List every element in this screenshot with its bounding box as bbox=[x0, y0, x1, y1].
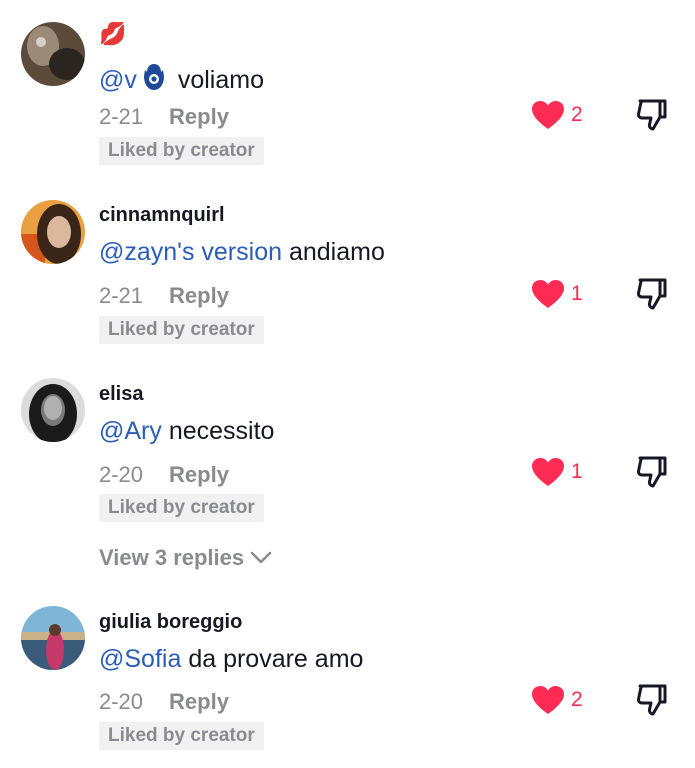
liked-by-creator-badge: Liked by creator bbox=[99, 722, 264, 750]
comment-text: @Ary necessito bbox=[99, 417, 274, 446]
comment-username[interactable]: giulia boreggio bbox=[99, 611, 242, 634]
reply-button[interactable]: Reply bbox=[169, 104, 229, 129]
thumbs-down-icon bbox=[636, 278, 667, 310]
avatar[interactable] bbox=[21, 378, 85, 442]
heart-icon bbox=[532, 280, 564, 308]
dislike-button[interactable] bbox=[636, 98, 668, 137]
avatar[interactable] bbox=[21, 606, 85, 670]
like-button[interactable]: 1 bbox=[531, 279, 583, 309]
comment-date: 2-20 bbox=[99, 689, 144, 714]
reply-button[interactable]: Reply bbox=[169, 462, 229, 487]
liked-by-creator-badge: Liked by creator bbox=[99, 137, 264, 165]
dislike-button[interactable] bbox=[636, 683, 668, 722]
comment-meta: 2-21 Reply bbox=[99, 283, 229, 309]
comment-username[interactable]: elisa bbox=[99, 383, 143, 406]
liked-by-creator-badge: Liked by creator bbox=[99, 494, 264, 522]
comment-body: voliamo bbox=[170, 66, 264, 94]
comment-body: andiamo bbox=[282, 238, 385, 266]
heart-icon bbox=[532, 458, 564, 486]
like-button[interactable]: 2 bbox=[531, 100, 583, 130]
chevron-down-icon bbox=[250, 551, 272, 564]
hamsa-icon bbox=[139, 62, 169, 99]
avatar[interactable] bbox=[21, 22, 85, 86]
dislike-button[interactable] bbox=[636, 455, 668, 494]
like-button[interactable]: 1 bbox=[531, 457, 583, 487]
view-replies-button[interactable]: View 3 replies bbox=[99, 545, 272, 571]
mention-link[interactable]: @Sofia bbox=[99, 645, 181, 673]
comment-date: 2-20 bbox=[99, 462, 144, 487]
comment-meta: 2-20 Reply bbox=[99, 462, 229, 488]
comment-username[interactable]: cinnamnquirl bbox=[99, 204, 225, 227]
mention-link[interactable]: @Ary bbox=[99, 417, 162, 445]
heart-icon bbox=[532, 686, 564, 714]
thumbs-down-icon bbox=[636, 456, 667, 488]
liked-by-creator-badge: Liked by creator bbox=[99, 316, 264, 344]
like-count: 2 bbox=[571, 688, 583, 711]
comment-date: 2-21 bbox=[99, 283, 144, 308]
like-count: 1 bbox=[571, 460, 583, 483]
comment-text: @Sofia da provare amo bbox=[99, 645, 363, 674]
thumbs-down-icon bbox=[636, 684, 667, 716]
avatar[interactable] bbox=[21, 200, 85, 264]
mention-link[interactable]: @zayn's version bbox=[99, 238, 282, 266]
like-button[interactable]: 2 bbox=[531, 685, 583, 715]
comment-meta: 2-20 Reply bbox=[99, 689, 229, 715]
heart-icon bbox=[532, 101, 564, 129]
dislike-button[interactable] bbox=[636, 277, 668, 316]
comment-body: da provare amo bbox=[181, 645, 364, 673]
mention-link[interactable]: @v bbox=[99, 66, 137, 94]
comment-body: necessito bbox=[161, 417, 275, 445]
comment-text: @zayn's version andiamo bbox=[99, 238, 385, 267]
comment-text: @v voliamo bbox=[99, 62, 264, 99]
thumbs-down-icon bbox=[636, 99, 667, 131]
like-count: 2 bbox=[571, 103, 583, 126]
reply-button[interactable]: Reply bbox=[169, 283, 229, 308]
reply-button[interactable]: Reply bbox=[169, 689, 229, 714]
comment-meta: 2-21 Reply bbox=[99, 104, 229, 130]
like-count: 1 bbox=[571, 282, 583, 305]
comment-date: 2-21 bbox=[99, 104, 144, 129]
view-replies-label: View 3 replies bbox=[99, 545, 245, 570]
lips-emoji: 💋 bbox=[99, 21, 127, 46]
